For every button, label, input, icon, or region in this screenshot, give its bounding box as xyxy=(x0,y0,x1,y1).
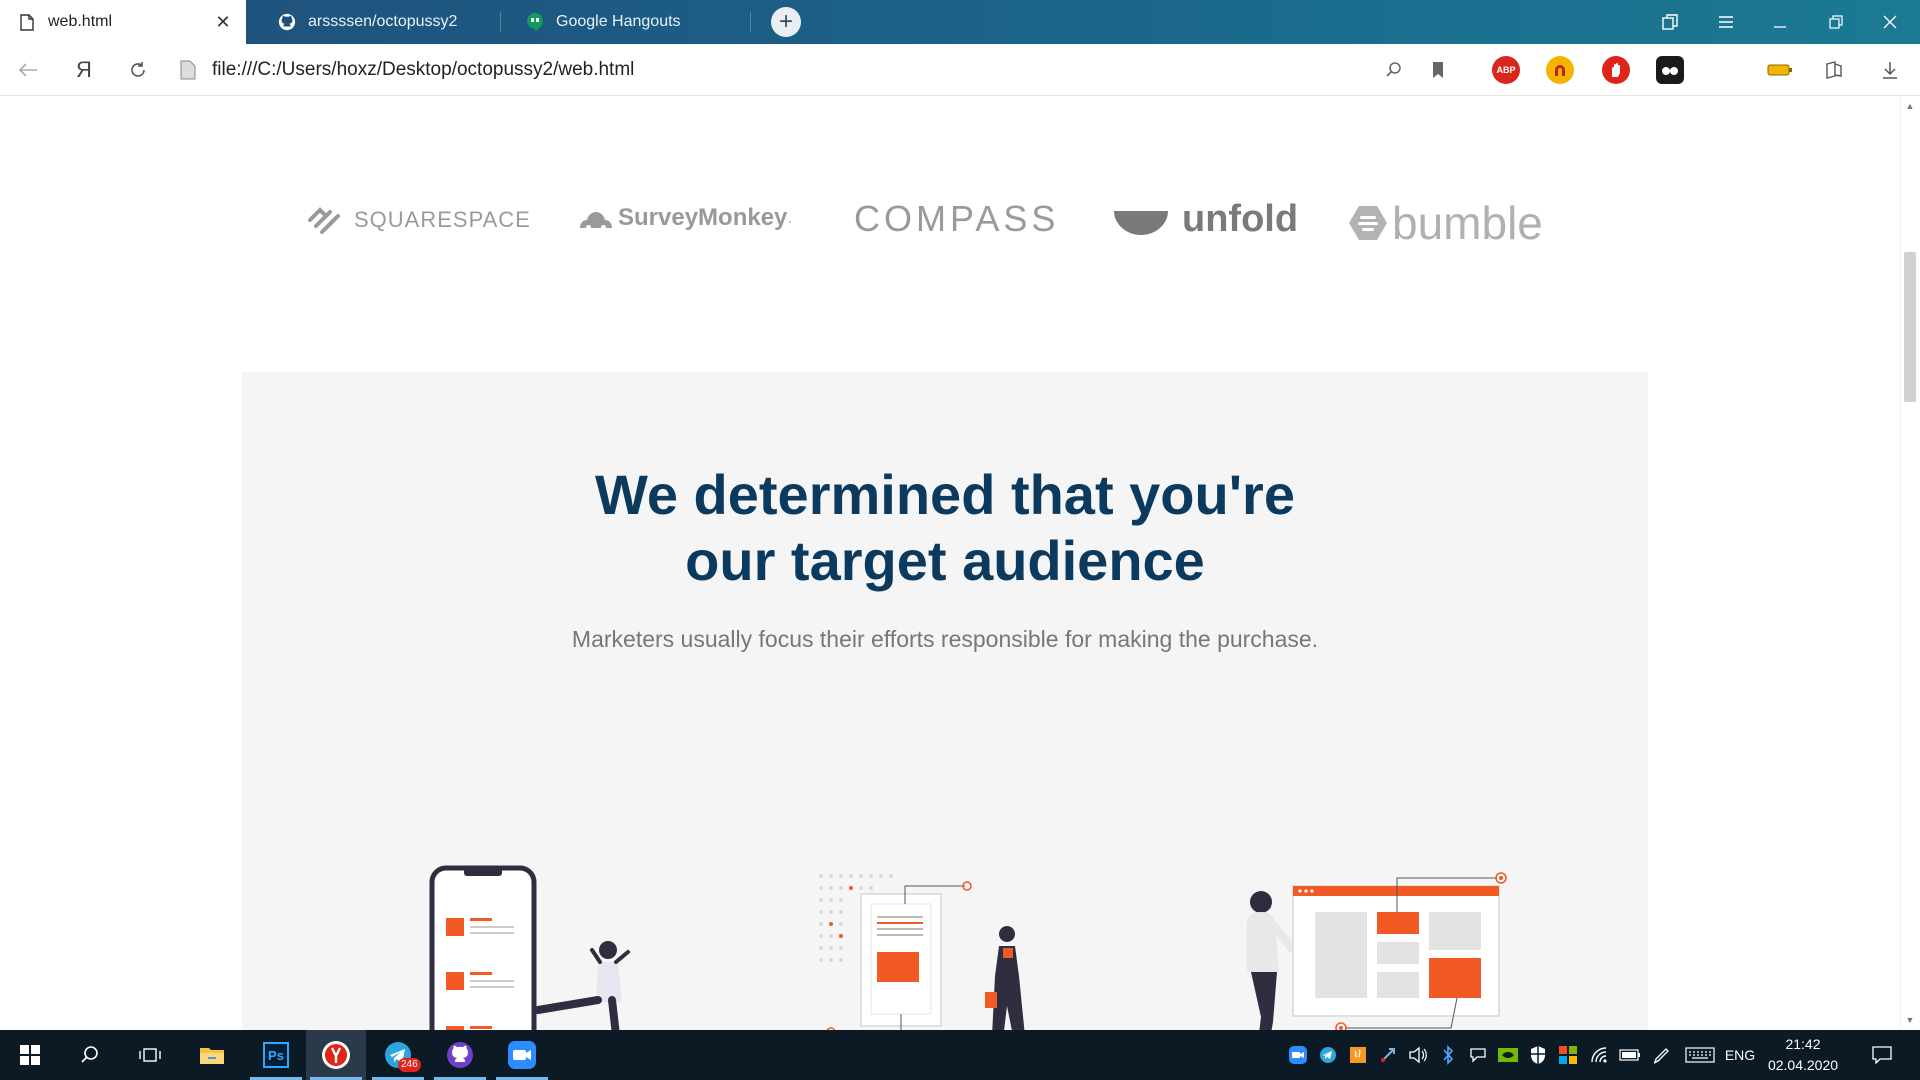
url-field[interactable]: file:///C:/Users/hoxz/Desktop/octopussy2… xyxy=(212,56,634,84)
github-icon xyxy=(278,13,296,31)
surveymonkey-wordmark: SurveyMonkey xyxy=(618,204,788,231)
clock-time: 21:42 xyxy=(1785,1036,1821,1052)
close-window-icon[interactable] xyxy=(1862,0,1918,44)
browser-window-illustration xyxy=(1247,872,1507,1030)
adblock-icon[interactable]: ABP xyxy=(1492,56,1520,84)
restore-icon[interactable] xyxy=(1808,0,1864,44)
zoom-tray-icon[interactable] xyxy=(1284,1030,1312,1080)
page-viewport: SQUARESPACE SurveyMonkey · COMPASS unfol… xyxy=(0,96,1900,1030)
scroll-up-icon[interactable]: ▲ xyxy=(1904,100,1916,112)
input-language-indicator[interactable]: ENG xyxy=(1722,1030,1758,1080)
file-explorer-icon[interactable] xyxy=(182,1030,242,1080)
keyboard-icon[interactable] xyxy=(1682,1030,1718,1080)
file-icon xyxy=(18,13,36,31)
telegram-icon[interactable]: 246 xyxy=(368,1030,428,1080)
tabs-overview-icon[interactable] xyxy=(1642,0,1698,44)
bluetooth-icon[interactable] xyxy=(1434,1030,1462,1080)
wifi-icon[interactable] xyxy=(1586,1030,1614,1080)
task-view-icon[interactable] xyxy=(120,1030,180,1080)
surveymonkey-mark-icon xyxy=(580,212,612,228)
reload-icon[interactable] xyxy=(118,44,158,96)
page-icon xyxy=(168,44,208,96)
system-clock[interactable]: 21:42 02.04.2020 xyxy=(1758,1034,1848,1076)
tab-separator xyxy=(500,12,501,32)
back-icon[interactable] xyxy=(8,44,48,96)
section-subtext: Marketers usually focus their efforts re… xyxy=(571,626,1319,652)
tab-bar: web.html ✕ arssssen/octopussy2 Google Ha… xyxy=(0,0,1920,44)
unfold-mark-icon xyxy=(1114,210,1168,235)
scrollbar-thumb[interactable] xyxy=(1904,252,1916,402)
ime-pen-icon[interactable] xyxy=(1464,1030,1492,1080)
tab-title: arssssen/octopussy2 xyxy=(308,13,458,30)
new-tab-button[interactable]: + xyxy=(771,7,801,37)
section-headline: We determined that you're our target aud… xyxy=(242,462,1648,594)
photoshop-icon[interactable]: Ps xyxy=(246,1030,306,1080)
tab-web-html[interactable]: web.html ✕ xyxy=(0,0,246,44)
network-tool-tray-icon[interactable] xyxy=(1374,1030,1402,1080)
search-taskbar-icon[interactable] xyxy=(60,1030,120,1080)
nvidia-icon[interactable] xyxy=(1494,1030,1522,1080)
minimize-icon[interactable] xyxy=(1752,0,1808,44)
java-tray-icon[interactable] xyxy=(1344,1030,1372,1080)
yandex-icon[interactable]: Я xyxy=(64,44,104,96)
telegram-tray-icon[interactable] xyxy=(1314,1030,1342,1080)
bookmark-icon[interactable] xyxy=(1418,44,1458,96)
github-desktop-icon[interactable] xyxy=(430,1030,490,1080)
squarespace-logo: SQUARESPACE xyxy=(306,204,531,236)
pen-workspace-icon[interactable] xyxy=(1648,1030,1676,1080)
download-icon[interactable] xyxy=(1870,44,1910,96)
battery-icon[interactable] xyxy=(1616,1030,1644,1080)
document-illustration xyxy=(819,874,1025,1030)
reader-icon[interactable] xyxy=(1814,44,1854,96)
unfold-wordmark: unfold xyxy=(1182,198,1299,240)
yandex-browser-taskbar-icon[interactable] xyxy=(306,1030,366,1080)
tab-hangouts[interactable]: Google Hangouts xyxy=(508,0,748,44)
vertical-scrollbar[interactable] xyxy=(1900,96,1920,1030)
bumble-logo: bumble xyxy=(1348,196,1543,250)
tab-title: Google Hangouts xyxy=(556,13,681,30)
tab-github[interactable]: arssssen/octopussy2 xyxy=(260,0,500,44)
tab-title: web.html xyxy=(48,13,113,30)
battery-saver-icon[interactable] xyxy=(1760,44,1800,96)
tab-separator xyxy=(750,12,751,32)
search-icon[interactable] xyxy=(1374,44,1414,96)
vpn-extension-icon[interactable] xyxy=(1546,56,1574,84)
surveymonkey-logo: SurveyMonkey · xyxy=(578,204,792,232)
squarespace-mark-icon xyxy=(308,207,340,234)
windows-taskbar: Ps 246 ENG 21:42 02.04.2020 xyxy=(0,1030,1920,1080)
volume-icon[interactable] xyxy=(1404,1030,1432,1080)
clock-date: 02.04.2020 xyxy=(1767,1057,1839,1073)
compass-logo: COMPASS xyxy=(854,198,1059,240)
address-bar: Я file:///C:/Users/hoxz/Desktop/octopuss… xyxy=(0,44,1920,96)
zoom-icon[interactable] xyxy=(492,1030,552,1080)
tampermonkey-icon[interactable] xyxy=(1656,56,1684,84)
headline-line-2: our target audience xyxy=(685,529,1205,592)
bumble-mark-icon xyxy=(1349,206,1387,240)
telegram-unread-badge: 246 xyxy=(398,1058,421,1072)
bumble-wordmark: bumble xyxy=(1392,197,1543,249)
client-logos: SQUARESPACE SurveyMonkey · COMPASS unfol… xyxy=(0,96,1900,366)
hangouts-icon xyxy=(526,13,544,31)
surveymonkey-dot: · xyxy=(787,213,793,229)
windows-icon xyxy=(20,1045,40,1065)
target-audience-section: We determined that you're our target aud… xyxy=(242,372,1648,1030)
phone-illustration xyxy=(429,865,630,1030)
headline-line-1: We determined that you're xyxy=(595,463,1295,526)
squarespace-wordmark: SQUARESPACE xyxy=(354,207,531,232)
colorful-app-tray-icon[interactable] xyxy=(1554,1030,1582,1080)
stop-hand-icon[interactable] xyxy=(1602,56,1630,84)
compass-wordmark: COMPASS xyxy=(854,198,1060,239)
defender-shield-icon[interactable] xyxy=(1524,1030,1552,1080)
scroll-down-icon[interactable]: ▼ xyxy=(1904,1014,1916,1026)
start-button[interactable] xyxy=(0,1030,60,1080)
close-tab-icon[interactable]: ✕ xyxy=(214,13,232,31)
notifications-icon[interactable] xyxy=(1864,1030,1900,1080)
menu-icon[interactable] xyxy=(1698,0,1754,44)
unfold-logo: unfold xyxy=(1112,198,1298,241)
